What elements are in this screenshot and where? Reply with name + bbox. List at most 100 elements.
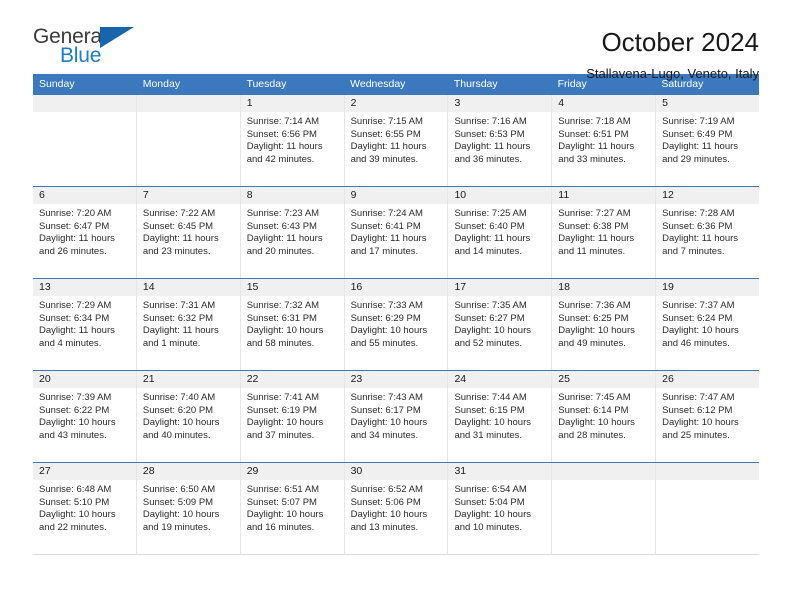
day-cell[interactable]: 12 Sunrise: 7:28 AM Sunset: 6:36 PM Dayligh… [656,187,760,278]
day-cell[interactable]: 28 Sunrise: 6:50 AM Sunset: 5:09 PM Dayligh… [136,463,241,554]
day-details: Sunrise: 7:29 AM Sunset: 6:34 PM Daylight:… [33,296,136,350]
day-number [136,95,240,112]
day-cell[interactable]: 31 Sunrise: 6:54 AM Sunset: 5:04 PM Dayligh… [448,463,553,554]
daylight-text-line1: Daylight: 10 hours [39,417,116,429]
day-details: Sunrise: 7:43 AM Sunset: 6:17 PM Daylight:… [345,388,448,442]
sunrise-text: Sunrise: 6:51 AM [246,484,320,495]
day-cell[interactable]: 13 Sunrise: 7:29 AM Sunset: 6:34 PM Dayligh… [33,279,137,370]
day-cell[interactable]: 26 Sunrise: 7:47 AM Sunset: 6:12 PM Dayligh… [656,371,760,462]
daylight-text-line2: and 43 minutes. [39,429,107,441]
calendar-week-inner: 27 Sunrise: 6:48 AM Sunset: 5:10 PM Dayligh… [33,463,760,554]
day-cell[interactable]: 17 Sunrise: 7:35 AM Sunset: 6:27 PM Dayligh… [448,279,553,370]
day-cell[interactable]: 19 Sunrise: 7:37 AM Sunset: 6:24 PM Dayligh… [656,279,760,370]
day-cell[interactable]: 8 Sunrise: 7:23 AM Sunset: 6:43 PM Daylight… [240,187,345,278]
day-cell-empty [33,95,137,186]
day-cell[interactable]: 2 Sunrise: 7:15 AM Sunset: 6:55 PM Daylight… [344,95,449,186]
day-details: Sunrise: 7:36 AM Sunset: 6:25 PM Daylight:… [552,296,655,350]
day-details: Sunrise: 6:51 AM Sunset: 5:07 PM Daylight:… [241,480,344,534]
day-number [33,95,136,112]
sunset-text: Sunset: 6:25 PM [558,312,629,324]
sunrise-text: Sunrise: 7:37 AM [662,300,735,311]
day-cell[interactable]: 5 Sunrise: 7:19 AM Sunset: 6:49 PM Daylight… [656,95,760,186]
day-cell[interactable]: 30 Sunrise: 6:52 AM Sunset: 5:06 PM Dayligh… [344,463,449,554]
day-details [552,480,655,484]
day-details: Sunrise: 7:35 AM Sunset: 6:27 PM Daylight:… [448,296,551,350]
sunset-text: Sunset: 6:32 PM [142,312,214,324]
day-cell[interactable]: 3 Sunrise: 7:16 AM Sunset: 6:53 PM Daylight… [448,95,553,186]
day-cell[interactable]: 15 Sunrise: 7:32 AM Sunset: 6:31 PM Dayligh… [240,279,345,370]
daylight-text-line1: Daylight: 10 hours [142,417,220,429]
day-number: 8 [240,187,344,204]
daylight-text-line1: Daylight: 10 hours [454,325,532,337]
sunrise-text: Sunrise: 7:47 AM [662,392,735,403]
day-cell-empty [656,463,760,554]
daylight-text-line1: Daylight: 11 hours [39,233,115,245]
day-cell[interactable]: 6 Sunrise: 7:20 AM Sunset: 6:47 PM Daylight… [33,187,137,278]
daylight-text-line2: and 49 minutes. [558,337,626,349]
day-details: Sunrise: 7:20 AM Sunset: 6:47 PM Daylight:… [33,204,136,258]
day-number: 7 [136,187,240,204]
daylight-text-line1: Daylight: 11 hours [558,141,635,153]
daylight-text-line2: and 55 minutes. [350,337,419,349]
day-cell[interactable]: 1 Sunrise: 7:14 AM Sunset: 6:56 PM Daylight… [240,95,345,186]
day-cell[interactable]: 21 Sunrise: 7:40 AM Sunset: 6:20 PM Dayligh… [136,371,241,462]
calendar-week-inner: 20 Sunrise: 7:39 AM Sunset: 6:22 PM Dayligh… [33,371,760,462]
day-details [656,480,759,484]
day-number: 10 [448,187,552,204]
sunset-text: Sunset: 6:22 PM [39,404,110,416]
day-cell[interactable]: 10 Sunrise: 7:25 AM Sunset: 6:40 PM Dayligh… [448,187,553,278]
day-details: Sunrise: 6:50 AM Sunset: 5:09 PM Daylight:… [137,480,240,534]
sunset-text: Sunset: 6:40 PM [454,220,525,232]
day-number: 18 [552,279,656,296]
day-details [137,112,240,116]
daylight-text-line2: and 42 minutes. [246,153,315,165]
day-number [656,463,760,480]
daylight-text-line1: Daylight: 10 hours [142,509,220,521]
daylight-text-line2: and 20 minutes. [246,245,315,257]
day-number: 1 [240,95,344,112]
day-cell[interactable]: 4 Sunrise: 7:18 AM Sunset: 6:51 PM Daylight… [552,95,657,186]
daylight-text-line1: Daylight: 11 hours [39,325,115,337]
day-cell[interactable]: 25 Sunrise: 7:45 AM Sunset: 6:14 PM Dayligh… [552,371,657,462]
day-cell[interactable]: 11 Sunrise: 7:27 AM Sunset: 6:38 PM Dayligh… [552,187,657,278]
day-number [552,463,656,480]
day-cell[interactable]: 9 Sunrise: 7:24 AM Sunset: 6:41 PM Daylight… [344,187,449,278]
day-cell[interactable]: 24 Sunrise: 7:44 AM Sunset: 6:15 PM Dayligh… [448,371,553,462]
day-details: Sunrise: 7:40 AM Sunset: 6:20 PM Daylight:… [137,388,240,442]
day-details: Sunrise: 7:28 AM Sunset: 6:36 PM Daylight:… [656,204,759,258]
day-cell[interactable]: 20 Sunrise: 7:39 AM Sunset: 6:22 PM Dayligh… [33,371,137,462]
daylight-text-line2: and 11 minutes. [558,245,626,257]
day-cell[interactable]: 7 Sunrise: 7:22 AM Sunset: 6:45 PM Daylight… [136,187,241,278]
sunrise-text: Sunrise: 7:33 AM [350,300,423,311]
day-cell[interactable]: 14 Sunrise: 7:31 AM Sunset: 6:32 PM Dayligh… [136,279,241,370]
day-details: Sunrise: 7:31 AM Sunset: 6:32 PM Daylight:… [137,296,240,350]
daylight-text-line2: and 14 minutes. [454,245,523,257]
daylight-text-line1: Daylight: 11 hours [246,141,323,153]
day-number: 21 [136,371,240,388]
sunset-text: Sunset: 6:38 PM [558,220,629,232]
sunset-text: Sunset: 5:07 PM [246,496,317,508]
day-number: 20 [33,371,136,388]
daylight-text-line1: Daylight: 11 hours [662,141,739,153]
day-cell[interactable]: 23 Sunrise: 7:43 AM Sunset: 6:17 PM Dayligh… [344,371,449,462]
sunrise-text: Sunrise: 6:50 AM [142,484,216,495]
sunset-text: Sunset: 6:12 PM [662,404,733,416]
day-cell[interactable]: 22 Sunrise: 7:41 AM Sunset: 6:19 PM Dayligh… [240,371,345,462]
daylight-text-line1: Daylight: 10 hours [350,509,428,521]
sunset-text: Sunset: 5:10 PM [39,496,110,508]
day-details: Sunrise: 7:44 AM Sunset: 6:15 PM Daylight:… [448,388,551,442]
generalblue-logo[interactable]: General Blue [33,26,138,72]
sunset-text: Sunset: 6:36 PM [662,220,733,232]
sunset-text: Sunset: 6:20 PM [142,404,214,416]
daylight-text-line1: Daylight: 11 hours [662,233,739,245]
day-cell[interactable]: 18 Sunrise: 7:36 AM Sunset: 6:25 PM Dayligh… [552,279,657,370]
day-cell[interactable]: 27 Sunrise: 6:48 AM Sunset: 5:10 PM Dayligh… [33,463,137,554]
day-cell[interactable]: 29 Sunrise: 6:51 AM Sunset: 5:07 PM Dayligh… [240,463,345,554]
weekday-header-sunday: Sunday [39,78,75,90]
daylight-text-line2: and 33 minutes. [558,153,626,165]
day-number: 12 [656,187,760,204]
day-cell[interactable]: 16 Sunrise: 7:33 AM Sunset: 6:29 PM Dayligh… [344,279,449,370]
sunrise-text: Sunrise: 7:20 AM [39,208,112,219]
calendar-week-row: 20 Sunrise: 7:39 AM Sunset: 6:22 PM Dayligh… [33,370,760,462]
day-number: 13 [33,279,136,296]
